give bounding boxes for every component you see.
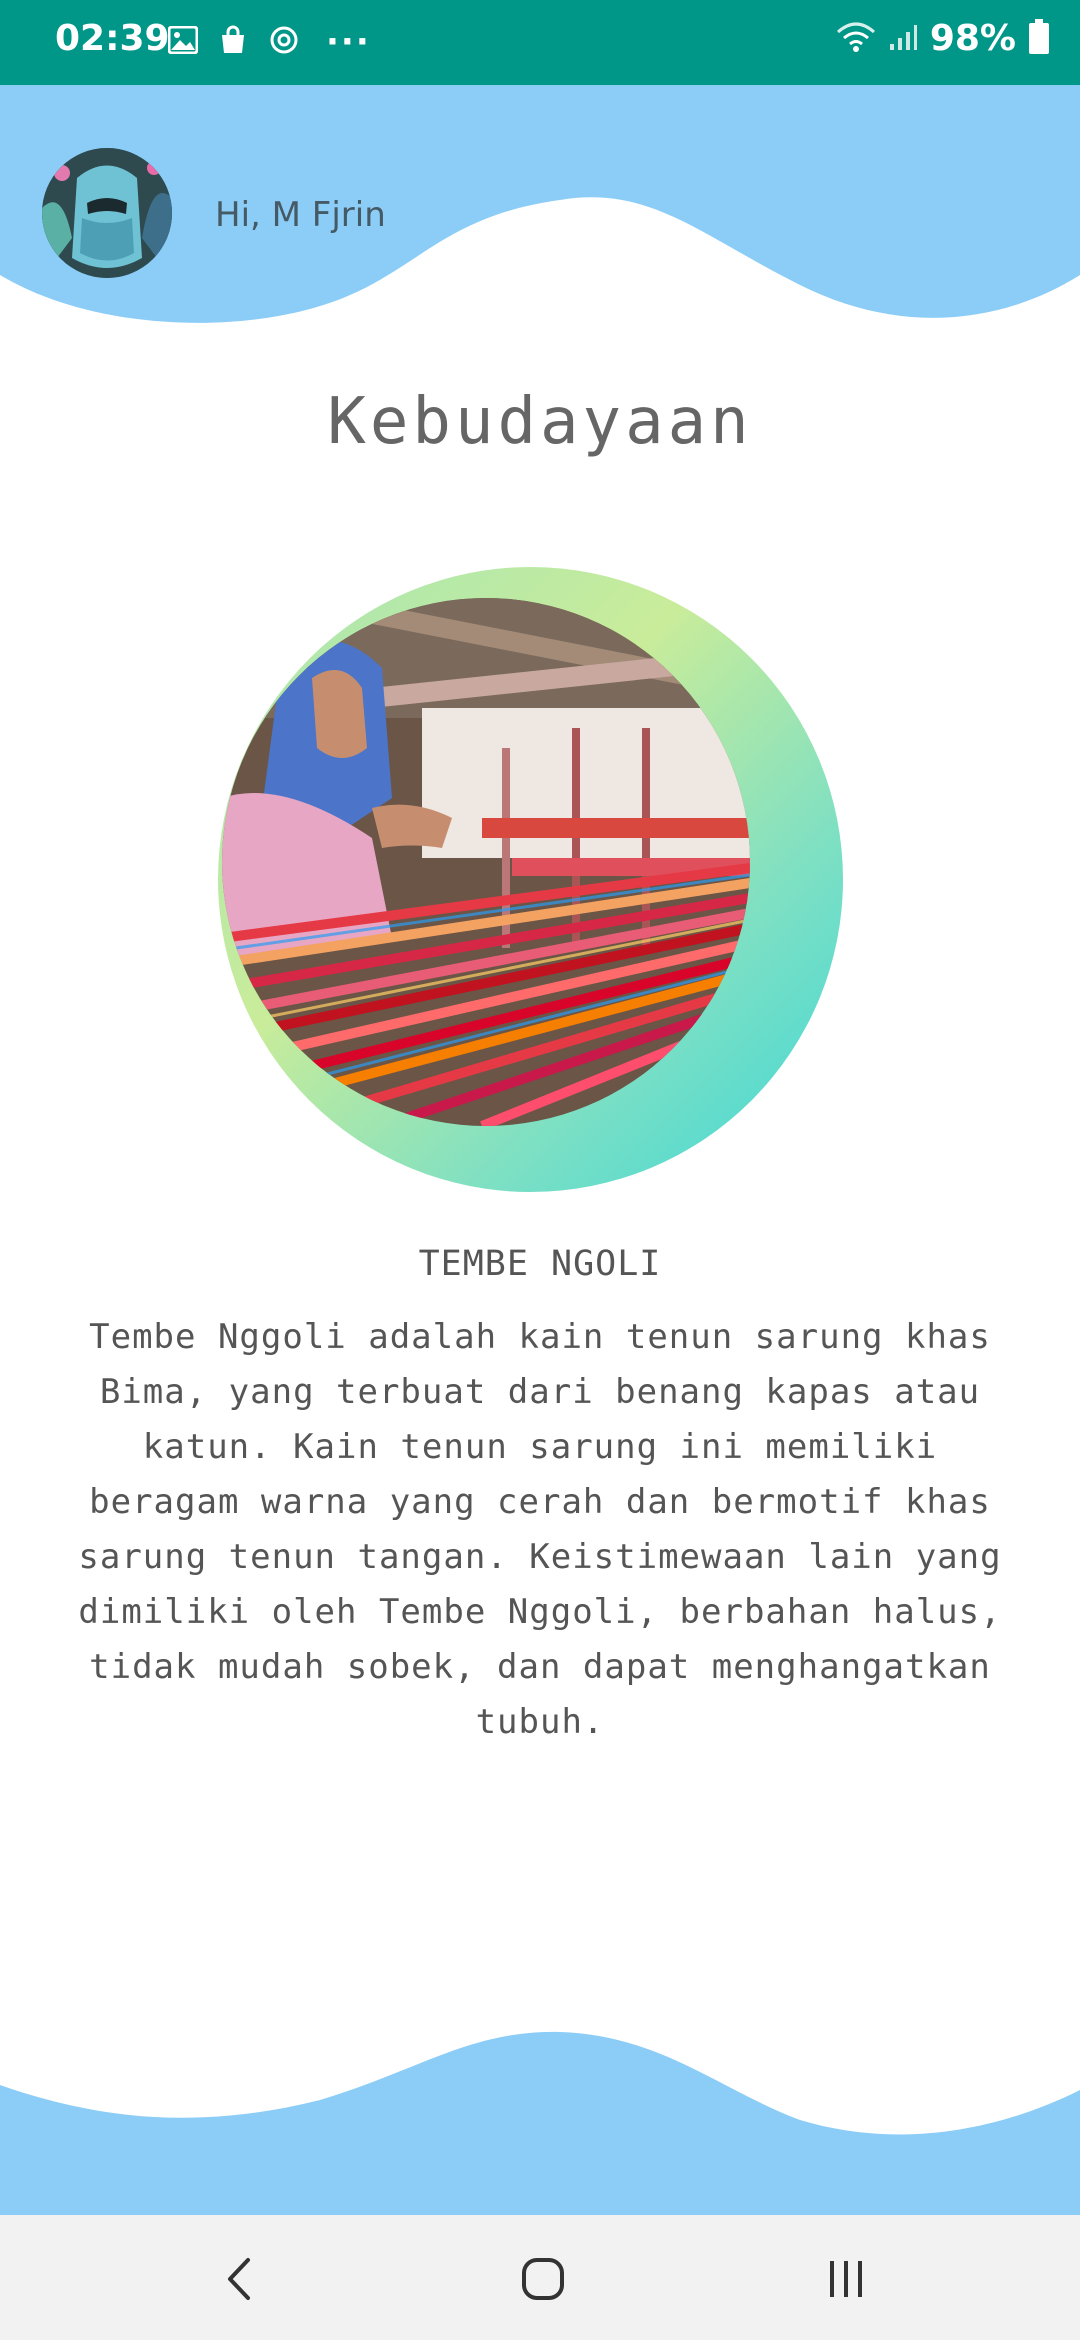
sync-icon	[268, 24, 300, 60]
back-icon[interactable]	[200, 2247, 280, 2311]
footer-wave	[0, 2031, 1080, 2215]
status-right-icons: 98%	[836, 18, 1050, 59]
home-icon[interactable]	[503, 2247, 583, 2311]
status-left-icons: ···	[167, 22, 371, 62]
status-bar: 02:39 ··· 98%	[0, 0, 1080, 85]
shopping-bag-icon	[218, 25, 248, 59]
tembe-ngoli-image	[222, 598, 750, 1126]
image-icon	[167, 25, 199, 58]
signal-icon	[888, 22, 918, 56]
battery-icon	[1028, 18, 1050, 59]
content-description: Tembe Nggoli adalah kain tenun sarung kh…	[78, 1317, 1002, 1742]
wifi-icon	[836, 20, 876, 58]
greeting-text: Hi, M Fjrin	[215, 195, 386, 235]
avatar[interactable]	[42, 148, 172, 278]
page-title: Kebudayaan	[327, 385, 753, 459]
battery-percentage: 98%	[929, 18, 1016, 59]
more-notifications: ···	[326, 22, 371, 62]
recents-icon[interactable]	[806, 2247, 886, 2311]
status-time: 02:39	[55, 18, 170, 59]
content-subtitle: TEMBE NGOLI	[418, 1244, 662, 1284]
navigation-bar	[0, 2215, 1080, 2340]
